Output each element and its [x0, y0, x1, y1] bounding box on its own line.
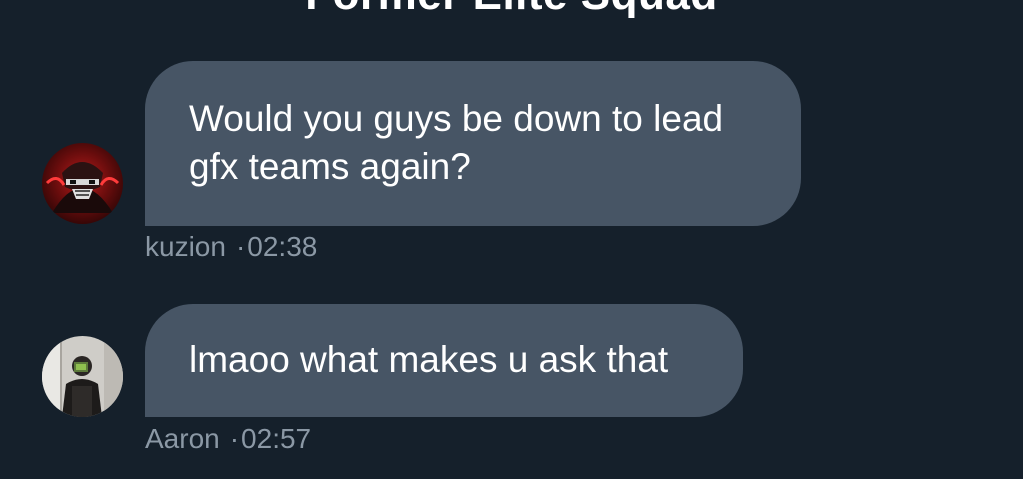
- avatar-aaron[interactable]: [42, 336, 123, 417]
- meta-separator: ·: [235, 231, 246, 262]
- message-text-line: lmaoo what makes u ask that: [189, 339, 669, 380]
- conversation-title: Former Elite Squad: [0, 0, 1023, 20]
- message-meta: Aaron ·02:57: [145, 423, 311, 455]
- message-time: 02:57: [241, 423, 312, 454]
- masked-character-avatar-icon: [42, 143, 123, 224]
- message-text-line: Would you guys be down to lead: [189, 98, 724, 139]
- message-bubble[interactable]: lmaoo what makes u ask that: [145, 304, 743, 417]
- mirror-selfie-avatar-icon: [42, 336, 123, 417]
- message-author: Aaron: [145, 423, 220, 454]
- message-author: kuzion: [145, 231, 226, 262]
- avatar-kuzion[interactable]: [42, 143, 123, 224]
- meta-separator: ·: [229, 423, 240, 454]
- message-text-line: gfx teams again?: [189, 146, 471, 187]
- message-meta: kuzion ·02:38: [145, 231, 317, 263]
- message-time: 02:38: [247, 231, 318, 262]
- message-bubble[interactable]: Would you guys be down to lead gfx teams…: [145, 61, 801, 226]
